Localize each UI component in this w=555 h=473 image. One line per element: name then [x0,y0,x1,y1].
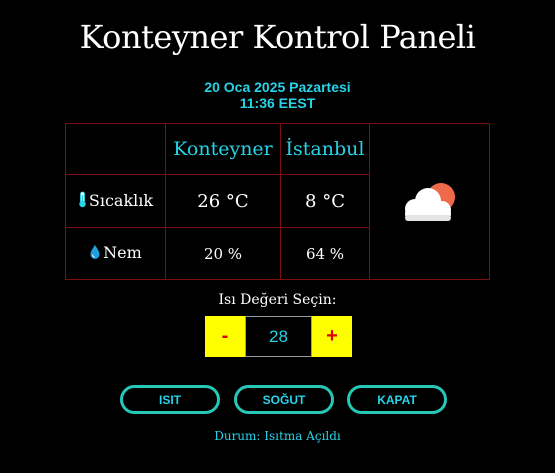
container-humidity-value: 20 % [165,227,281,280]
thermometer-icon [78,191,87,212]
sensor-table: Konteyner İstanbul Sıcaklık 26 °C 8 °C N… [65,123,490,280]
istanbul-humidity-value: 64 % [280,227,370,280]
row-label-text: Nem [103,243,142,263]
weather-cell [369,123,490,280]
water-drop-icon [89,244,101,264]
header-empty-cell [65,123,166,175]
increment-button[interactable]: + [312,316,352,357]
partly-cloudy-icon [404,182,455,221]
time-text: 11:36 EEST [239,95,316,111]
table-header-row: Konteyner İstanbul [65,123,490,280]
row-label-temperature: Sıcaklık [65,174,166,228]
heat-selector-label: Isı Değeri Seçin: [218,292,337,308]
container-temperature-value: 26 °C [165,174,281,228]
datetime: 20 Oca 2025 Pazartesi 11:36 EEST [0,79,555,111]
cool-button[interactable]: SOĞUT [234,385,334,414]
heat-value-input[interactable]: 28 [245,316,312,357]
row-label-text: Sıcaklık [88,190,154,210]
column-header-container: Konteyner [165,123,281,175]
page-title: Konteyner Kontrol Paneli [79,18,476,56]
decrement-button[interactable]: - [205,316,245,357]
istanbul-temperature-value: 8 °C [280,174,370,228]
heat-value-stepper: - 28 + [205,316,352,357]
heat-button[interactable]: ISIT [120,385,220,414]
date-text: 20 Oca 2025 Pazartesi [204,79,351,95]
column-header-istanbul: İstanbul [280,123,370,175]
off-button[interactable]: KAPAT [347,385,447,414]
status-text: Durum: Isıtma Açıldı [214,429,341,443]
row-label-humidity: Nem [65,227,166,280]
